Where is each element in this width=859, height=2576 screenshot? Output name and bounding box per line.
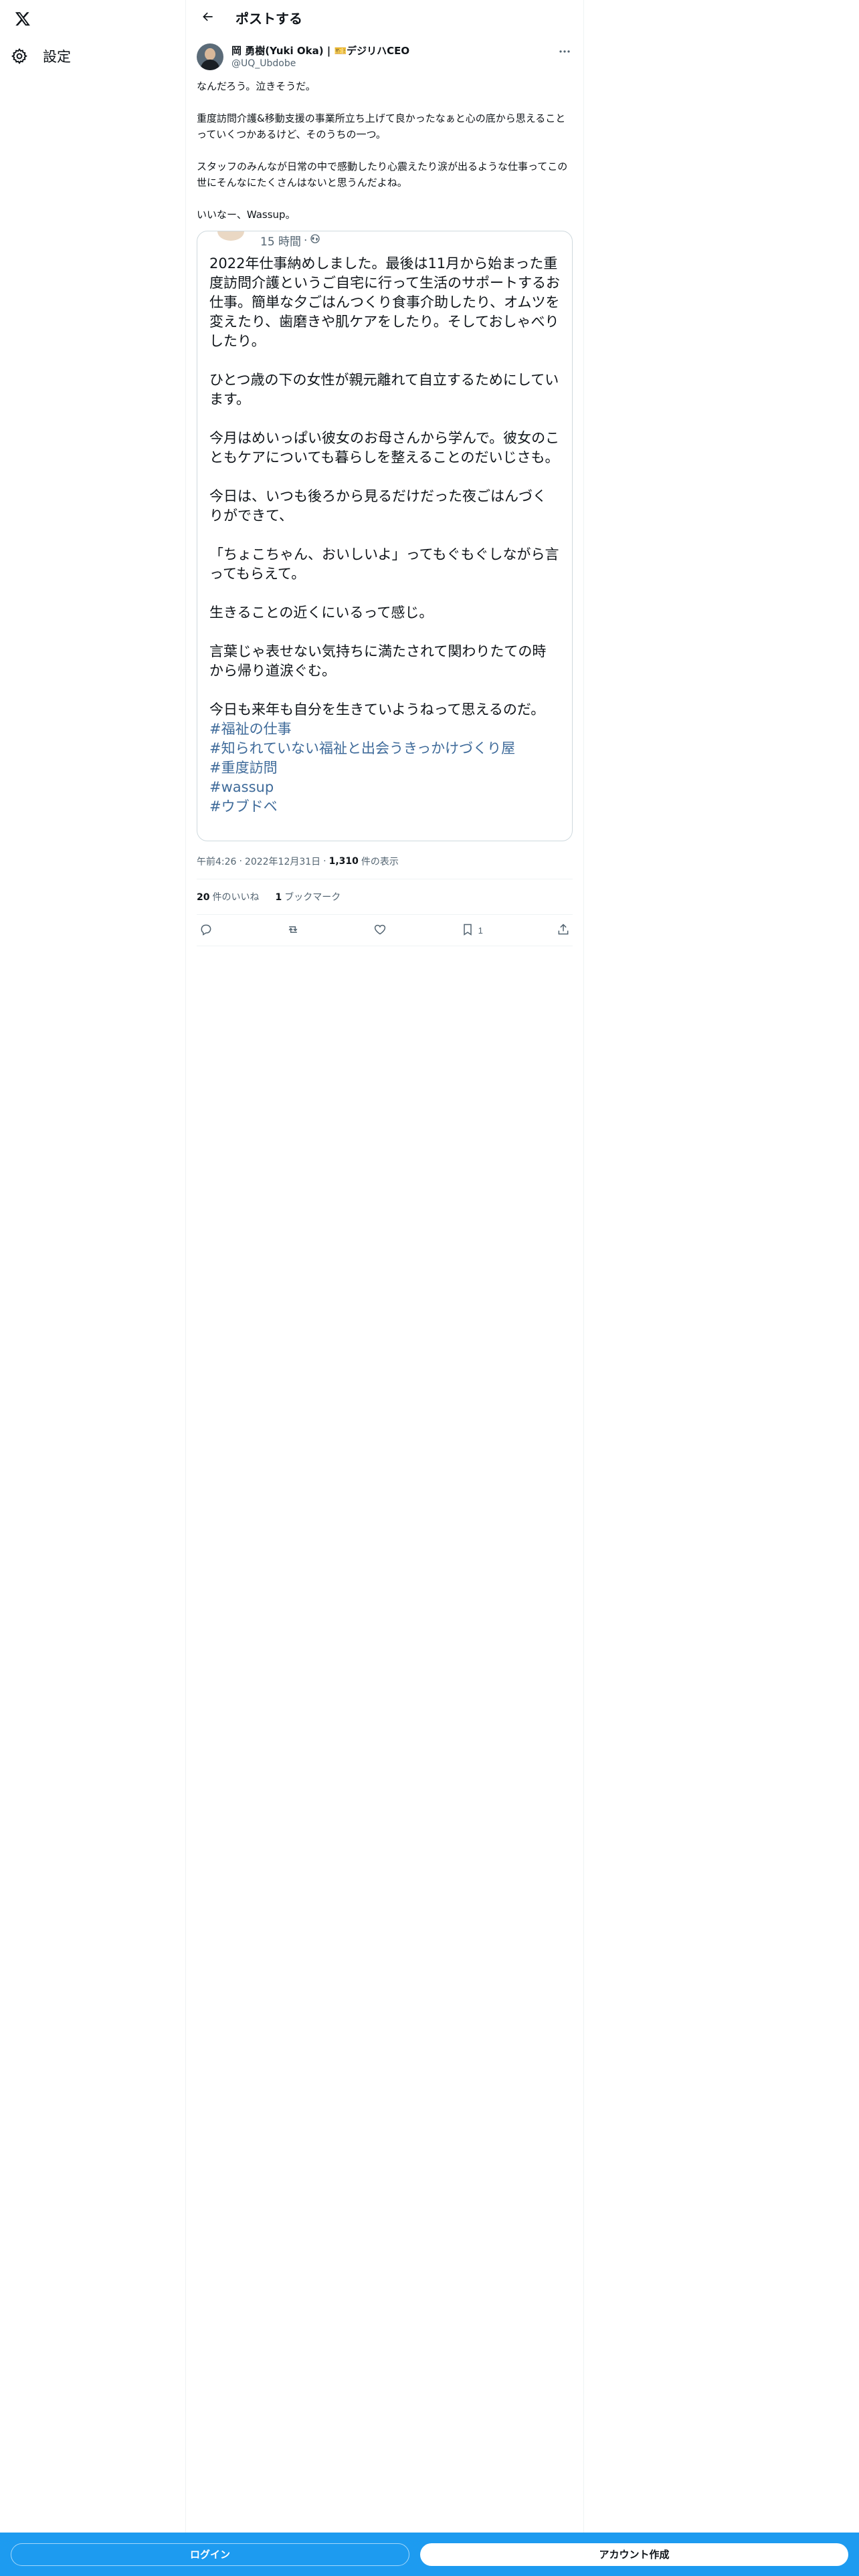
bookmarks-count: 1 [275, 892, 282, 903]
heart-icon [373, 923, 387, 938]
share-button[interactable] [557, 919, 570, 942]
avatar[interactable] [197, 43, 223, 70]
page-title: ポストする [235, 11, 302, 27]
hashtag-link[interactable]: #重度訪問 [209, 758, 560, 778]
likes-count: 20 [197, 892, 210, 903]
views-label: 件の表示 [361, 857, 399, 867]
bookmark-icon [461, 923, 474, 938]
action-bar: 1 [197, 914, 573, 946]
signup-button[interactable]: アカウント作成 [420, 2543, 848, 2566]
page-header: ポストする [186, 0, 583, 35]
quoted-post-header: 15 時間 · [197, 231, 572, 249]
quoted-post-time: 15 時間 · [260, 232, 320, 249]
repost-icon [286, 923, 300, 938]
views-count: 1,310 [328, 856, 359, 867]
bookmarks-label: ブックマーク [284, 892, 341, 903]
share-icon [557, 923, 570, 938]
hashtag-link[interactable]: #ウブドベ [209, 797, 560, 817]
bookmark-count: 1 [478, 925, 483, 936]
hashtag-link[interactable]: #wassup [209, 778, 560, 797]
hashtag-link[interactable]: #知られていない福祉と出会うきっかけづくり屋 [209, 739, 560, 758]
like-button[interactable] [373, 919, 387, 942]
post-time[interactable]: 午前4:26 [197, 855, 236, 868]
reply-button[interactable] [199, 919, 213, 942]
author-row: 岡 勇樹(Yuki Oka) | 🎫デジリハCEO @UQ_Ubdobe [197, 43, 573, 70]
login-button[interactable]: ログイン [11, 2543, 409, 2566]
author-display-name[interactable]: 岡 勇樹(Yuki Oka) | 🎫デジリハCEO [231, 44, 409, 58]
likes-label: 件のいいね [212, 892, 260, 903]
post-text: なんだろう。泣きそうだ。 重度訪問介護&移動支援の事業所立ち上げて良かったなぁと… [197, 80, 568, 221]
quoted-post-text: 2022年仕事納めしました。最後は11月から始まった重度訪問介護というご自宅に行… [209, 255, 560, 718]
likes-stat[interactable]: 20 件のいいね [197, 890, 259, 903]
hashtag-list: #福祉の仕事 #知られていない福祉と出会うきっかけづくり屋 #重度訪問 #was… [197, 720, 572, 817]
more-horizontal-icon [559, 45, 571, 56]
back-button[interactable] [197, 7, 219, 29]
main-column: ポストする 岡 勇樹(Yuki Oka) | 🎫デジリハCEO @UQ_Ubdo… [185, 0, 584, 2576]
separator: · [239, 856, 242, 867]
gear-icon [11, 47, 28, 65]
repost-button[interactable] [286, 919, 300, 942]
settings-label: 設定 [43, 49, 71, 65]
globe-icon [310, 233, 320, 247]
hashtag-link[interactable]: #福祉の仕事 [209, 720, 560, 739]
separator: · [323, 856, 326, 867]
bookmarks-stat[interactable]: 1 ブックマーク [275, 890, 341, 903]
bookmark-button[interactable]: 1 [461, 919, 483, 942]
bottom-signup-bar: ログイン アカウント作成 [0, 2533, 859, 2576]
author-info: 岡 勇樹(Yuki Oka) | 🎫デジリハCEO @UQ_Ubdobe [231, 43, 409, 70]
author-handle[interactable]: @UQ_Ubdobe [231, 58, 409, 70]
reply-icon [199, 923, 213, 938]
quoted-time-text: 15 時間 [260, 235, 302, 249]
more-options-button[interactable] [557, 43, 573, 57]
left-navigation: 設定 [0, 0, 185, 2576]
post-date[interactable]: 2022年12月31日 [245, 855, 320, 868]
post-meta: 午前4:26 · 2022年12月31日 · 1,310 件の表示 [197, 853, 573, 869]
quoted-post[interactable]: 15 時間 · 2022年仕事納めしました。最後は11月から始まった重度訪問介護… [197, 231, 573, 841]
post-stats: 20 件のいいね 1 ブックマーク [197, 879, 573, 914]
quoted-avatar [217, 231, 244, 241]
x-logo-icon[interactable] [11, 7, 35, 31]
arrow-left-icon [201, 10, 215, 26]
separator: · [304, 233, 308, 247]
nav-item-settings[interactable]: 設定 [11, 41, 82, 71]
post: 岡 勇樹(Yuki Oka) | 🎫デジリハCEO @UQ_Ubdobe なんだ… [186, 35, 583, 946]
